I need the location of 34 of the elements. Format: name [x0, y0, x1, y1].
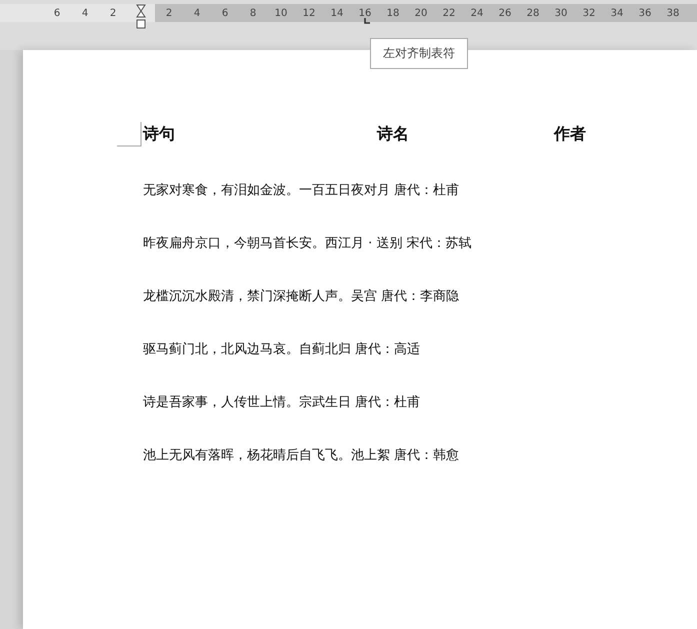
ruler-number: 16: [358, 8, 372, 18]
poem-line: 无家对寒食，有泪如金波。一百五日夜对月 唐代：杜甫: [143, 182, 460, 200]
ruler-number: 36: [638, 8, 652, 18]
ruler-number: 14: [330, 8, 344, 18]
ruler-number: 2: [164, 8, 174, 18]
tab-stop-icon[interactable]: [364, 18, 370, 24]
ruler-number: 4: [80, 8, 90, 18]
ruler-number: 28: [526, 8, 540, 18]
ruler-number: 32: [582, 8, 596, 18]
column-heading: 诗句: [143, 123, 176, 145]
ruler-number: 8: [248, 8, 258, 18]
ruler-number: 2: [108, 8, 118, 18]
ruler-number: 24: [470, 8, 484, 18]
ruler-number: 34: [610, 8, 624, 18]
ruler-number: 26: [498, 8, 512, 18]
poem-line: 诗是吾家事，人传世上情。宗武生日 唐代：杜甫: [143, 394, 422, 412]
ruler-number: 12: [302, 8, 316, 18]
tooltip: 左对齐制表符: [370, 38, 468, 69]
ruler-number: 6: [220, 8, 230, 18]
poem-line: 池上无风有落晖，杨花晴后自飞飞。池上絮 唐代：韩愈: [143, 447, 460, 465]
column-heading: 诗名: [377, 123, 410, 145]
ruler-number: 10: [274, 8, 288, 18]
ruler-number: 22: [442, 8, 456, 18]
ruler-number: 6: [52, 8, 62, 18]
poem-line: 驱马蓟门北，北风边马哀。自蓟北归 唐代：高适: [143, 341, 422, 359]
ruler-number: 20: [414, 8, 428, 18]
ruler-number: 30: [554, 8, 568, 18]
ruler-number: 38: [666, 8, 680, 18]
poem-line: 昨夜扁舟京口，今朝马首长安。西江月 · 送别 宋代：苏轼: [143, 235, 473, 253]
column-heading: 作者: [554, 123, 587, 145]
ruler-number: 4: [192, 8, 202, 18]
ruler-number: 18: [386, 8, 400, 18]
poem-line: 龙槛沉沉水殿清，禁门深掩断人声。吴宫 唐代：李商隐: [143, 288, 460, 306]
margin-corner-mark: [117, 122, 142, 147]
